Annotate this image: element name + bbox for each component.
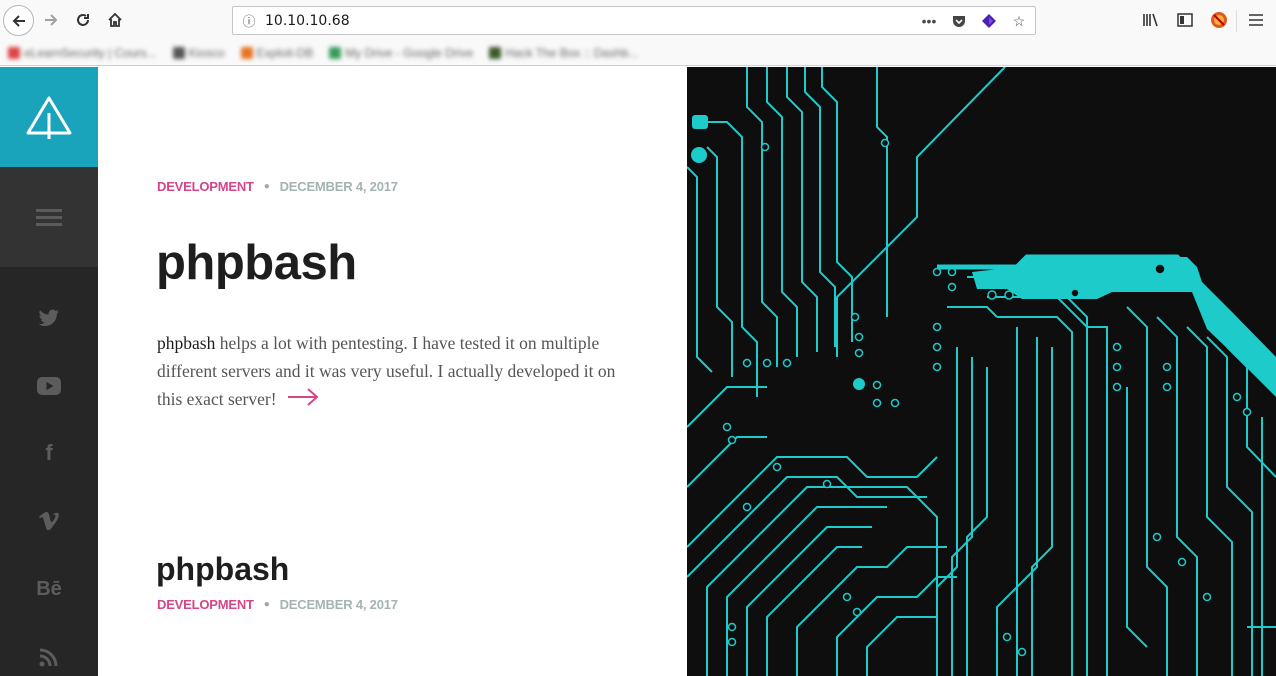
bookmark-item[interactable]: Kiosco <box>172 46 225 60</box>
excerpt-body: helps a lot with pentesting. I have test… <box>157 333 616 409</box>
reload-button[interactable] <box>68 5 98 35</box>
browser-toolbar: ⓘ 10.10.10.68 ••• ☆ <box>0 0 1276 40</box>
post-date[interactable]: DECEMBER 4, 2017 <box>280 179 398 194</box>
hamburger-icon <box>1249 14 1263 26</box>
post-category-link[interactable]: DEVELOPMENT <box>157 179 254 194</box>
read-more-arrow-icon[interactable] <box>287 387 319 415</box>
bookmark-item[interactable]: Hack The Box :: Dashb... <box>489 46 638 60</box>
page-actions-icon[interactable]: ••• <box>919 11 939 31</box>
post-meta: DEVELOPMENT ● DECEMBER 4, 2017 <box>157 179 398 194</box>
home-button[interactable] <box>100 5 130 35</box>
menu-button[interactable] <box>1244 8 1268 32</box>
tree-logo-icon <box>26 96 72 139</box>
bookmarks-bar: eLearnSecurity | Cours... Kiosco Exploit… <box>0 40 1276 66</box>
forward-button[interactable] <box>36 5 66 35</box>
library-icon[interactable] <box>1140 8 1162 32</box>
url-bar[interactable]: ⓘ 10.10.10.68 ••• ☆ <box>232 6 1036 35</box>
bookmark-item[interactable]: Exploit-DB <box>240 46 313 60</box>
home-icon <box>108 12 122 27</box>
post-title[interactable]: phpbash <box>156 235 357 291</box>
youtube-icon[interactable] <box>0 375 98 397</box>
post-excerpt: phpbash helps a lot with pentesting. I h… <box>157 329 637 415</box>
info-icon[interactable]: ⓘ <box>233 11 265 30</box>
pocket-icon[interactable] <box>949 11 969 31</box>
arrow-right-icon <box>45 14 58 26</box>
bookmark-item[interactable]: My Drive - Google Drive <box>329 46 473 60</box>
site-logo[interactable] <box>0 67 98 167</box>
twitter-icon[interactable] <box>0 307 98 329</box>
sidebar-toggle-icon[interactable] <box>1174 8 1196 32</box>
post-list: DEVELOPMENT ● DECEMBER 4, 2017 phpbash p… <box>98 67 687 676</box>
reload-icon <box>77 14 89 26</box>
vimeo-icon[interactable] <box>0 510 98 532</box>
noscript-icon[interactable] <box>1208 8 1230 32</box>
menu-toggle[interactable] <box>0 167 98 267</box>
meta-separator: ● <box>263 181 270 192</box>
post-title[interactable]: phpbash <box>156 551 289 588</box>
post-category-link[interactable]: DEVELOPMENT <box>157 597 254 612</box>
post-date[interactable]: DECEMBER 4, 2017 <box>280 597 398 612</box>
rss-icon[interactable] <box>0 646 98 668</box>
behance-icon[interactable]: Bē <box>0 577 98 601</box>
toolbar-separator <box>1236 10 1237 32</box>
extension-icon[interactable] <box>979 11 999 31</box>
site-sidebar: f Bē <box>0 67 98 676</box>
hamburger-icon <box>36 205 62 230</box>
post-meta: DEVELOPMENT ● DECEMBER 4, 2017 <box>157 597 398 612</box>
url-text[interactable]: 10.10.10.68 <box>265 13 350 29</box>
arrow-left-icon <box>12 14 25 27</box>
back-button[interactable] <box>3 5 34 36</box>
meta-separator: ● <box>263 599 270 610</box>
bookmark-star-icon[interactable]: ☆ <box>1009 11 1029 31</box>
facebook-icon[interactable]: f <box>0 440 98 465</box>
circuit-board-graphic <box>687 67 1276 676</box>
bookmark-item[interactable]: eLearnSecurity | Cours... <box>8 46 157 60</box>
hero-circuit-image <box>687 67 1276 676</box>
excerpt-lead: phpbash <box>157 333 216 353</box>
